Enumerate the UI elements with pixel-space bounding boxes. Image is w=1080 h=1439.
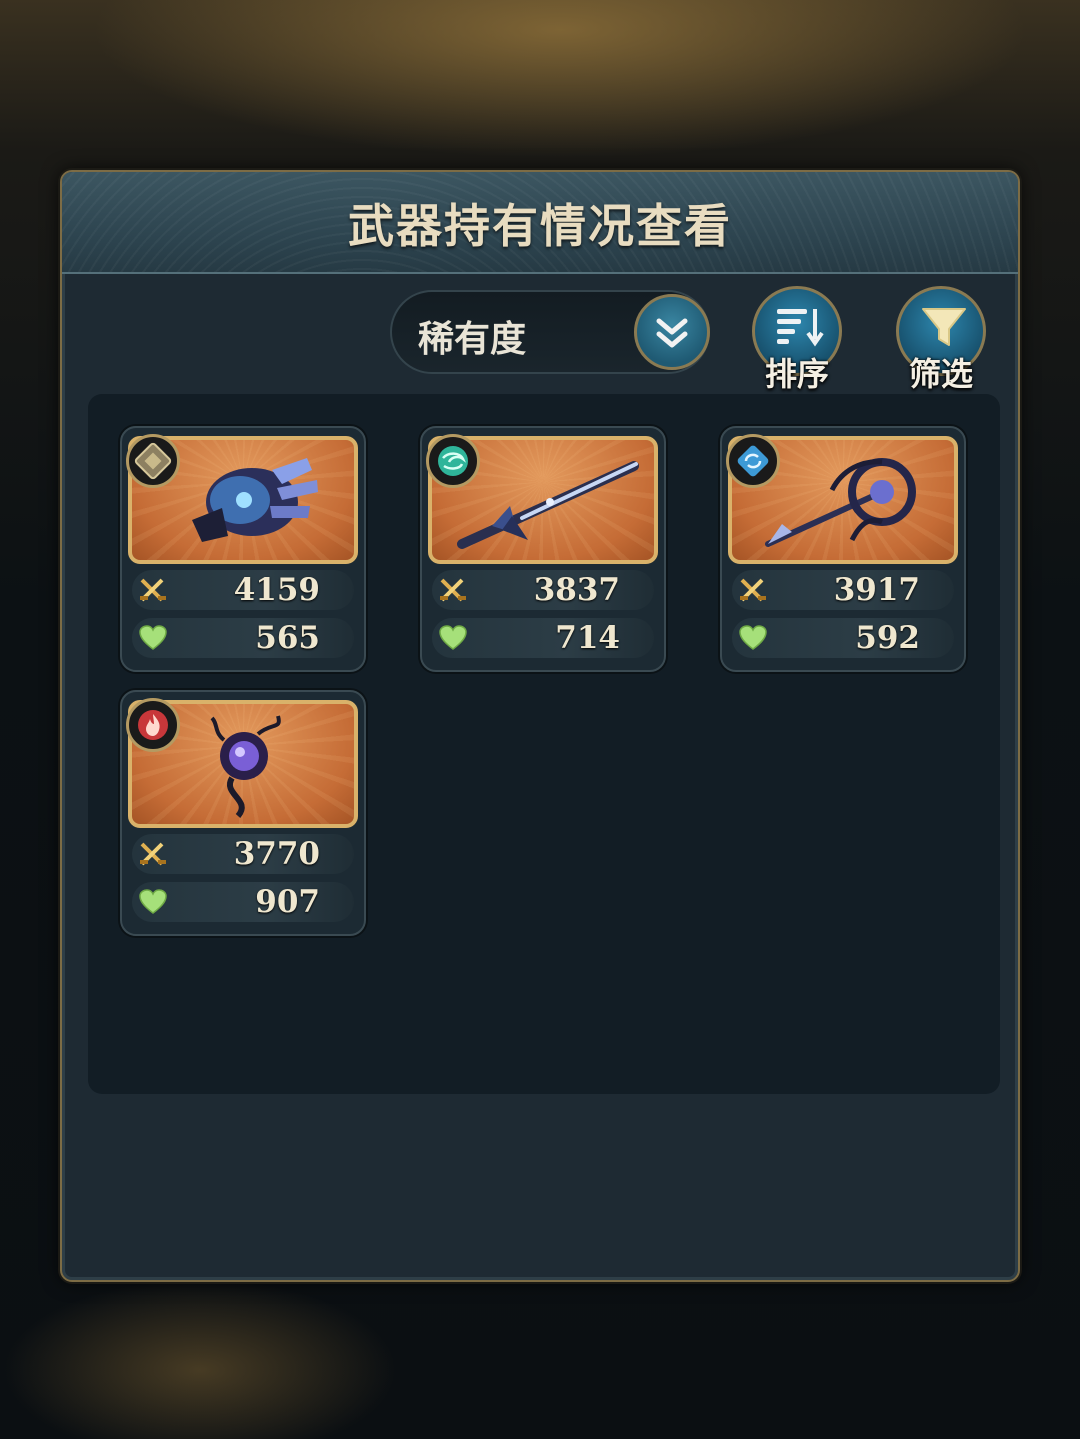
element-badge (726, 434, 780, 488)
filter-button-label: 筛选 (908, 355, 973, 393)
earth-element-icon (134, 442, 172, 480)
attack-value: 3770 (233, 836, 320, 872)
heart-icon (139, 889, 167, 914)
heart-icon (139, 625, 167, 650)
attack-stat-row: 3770 (132, 834, 354, 874)
weapon-ownership-panel: 武器持有情况查看 稀有度 排序 筛选 4159 565 3837 714 391… (60, 170, 1020, 1282)
weapon-card[interactable]: 4159 565 (120, 426, 366, 672)
element-badge (126, 434, 180, 488)
weapon-card[interactable]: 3917 592 (720, 426, 966, 672)
weapon-card[interactable]: 3837 714 (420, 426, 666, 672)
attack-stat-row: 4159 (132, 570, 354, 610)
crossed-swords-icon (140, 578, 166, 602)
crossed-swords-icon (440, 578, 466, 602)
attack-value: 3837 (533, 572, 620, 608)
heart-icon (439, 625, 467, 650)
sort-button[interactable]: 排序 (752, 286, 842, 393)
hp-value: 907 (255, 884, 320, 920)
dropdown-toggle-button[interactable] (634, 294, 710, 370)
water-element-icon (737, 445, 769, 477)
attack-value: 3917 (833, 572, 920, 608)
element-badge (126, 698, 180, 752)
crossed-swords-icon (140, 842, 166, 866)
attack-value: 4159 (233, 572, 320, 608)
crossed-swords-icon (740, 578, 766, 602)
hp-value: 565 (255, 620, 320, 656)
element-badge (426, 434, 480, 488)
hp-value: 592 (855, 620, 920, 656)
attack-stat-row: 3917 (732, 570, 954, 610)
weapon-card[interactable]: 3770 907 (120, 690, 366, 936)
filter-button[interactable]: 筛选 (896, 286, 986, 393)
sort-criteria-value: 稀有度 (418, 319, 527, 360)
wind-element-icon (438, 446, 468, 476)
fire-element-icon (138, 710, 168, 740)
hp-stat-row: 565 (132, 618, 354, 658)
panel-title: 武器持有情况查看 (348, 199, 732, 253)
sort-button-label: 排序 (764, 355, 829, 393)
hp-stat-row: 714 (432, 618, 654, 658)
attack-stat-row: 3837 (432, 570, 654, 610)
hp-stat-row: 592 (732, 618, 954, 658)
weapon-grid: 4159 565 3837 714 3917 592 3770 907 (88, 394, 1000, 1094)
hp-stat-row: 907 (132, 882, 354, 922)
heart-icon (739, 625, 767, 650)
chevron-double-down-icon (656, 318, 688, 348)
panel-title-bar: 武器持有情况查看 (62, 172, 1018, 274)
hp-value: 714 (555, 620, 620, 656)
sort-criteria-dropdown[interactable]: 稀有度 (390, 290, 710, 374)
